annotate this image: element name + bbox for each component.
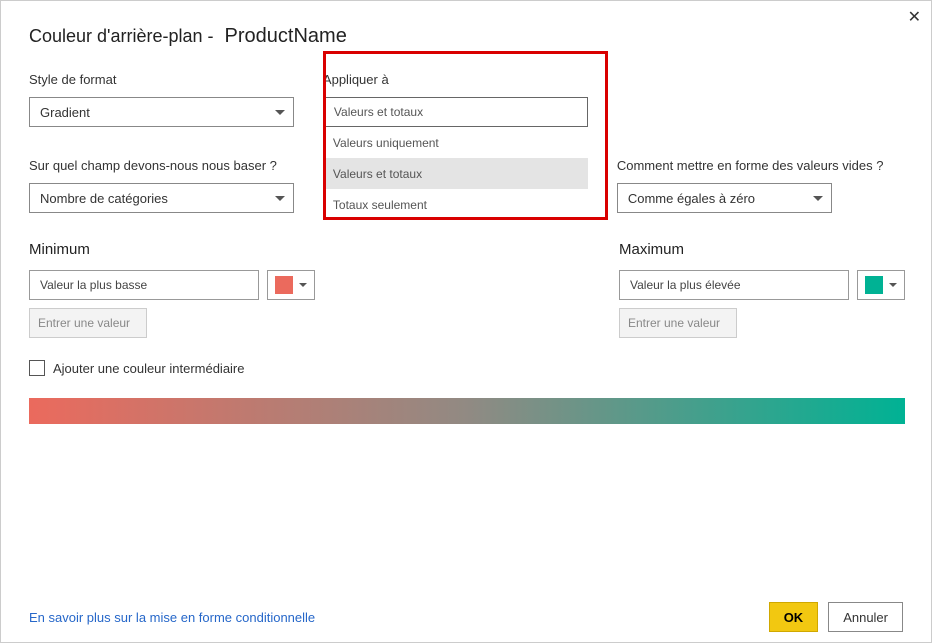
maximum-select[interactable]: Valeur la plus élevée (619, 270, 849, 300)
gradient-preview (29, 398, 905, 424)
minimum-color-picker[interactable] (267, 270, 315, 300)
apply-to-value: Valeurs et totaux (334, 105, 423, 119)
base-field-value: Nombre de catégories (40, 191, 168, 206)
chevron-down-icon (889, 283, 897, 287)
ok-button[interactable]: OK (769, 602, 819, 632)
base-field-label: Sur quel champ devons-nous nous baser ? (29, 158, 323, 173)
dialog-title: Couleur d'arrière-plan - ProductName (29, 25, 903, 48)
minimum-label: Minimum (29, 241, 315, 258)
maximum-label: Maximum (619, 241, 905, 258)
empty-values-label: Comment mettre en forme des valeurs vide… (617, 158, 903, 173)
apply-to-label: Appliquer à (323, 72, 617, 87)
format-style-select[interactable]: Gradient (29, 97, 294, 127)
chevron-down-icon (275, 110, 285, 115)
minimum-placeholder: Entrer une valeur (38, 316, 130, 330)
empty-values-select[interactable]: Comme égales à zéro (617, 183, 832, 213)
empty-values-value: Comme égales à zéro (628, 191, 755, 206)
base-field-select[interactable]: Nombre de catégories (29, 183, 294, 213)
chevron-down-icon (813, 196, 823, 201)
maximum-value-input[interactable]: Entrer une valeur (619, 308, 737, 338)
minimum-value-input[interactable]: Entrer une valeur (29, 308, 147, 338)
maximum-color-picker[interactable] (857, 270, 905, 300)
apply-to-option-values-only[interactable]: Valeurs uniquement (323, 127, 588, 158)
close-icon[interactable]: ✕ (908, 7, 921, 27)
intermediate-color-checkbox[interactable] (29, 360, 45, 376)
minimum-value-text: Valeur la plus basse (40, 278, 147, 292)
learn-more-link[interactable]: En savoir plus sur la mise en forme cond… (29, 610, 315, 625)
maximum-value-text: Valeur la plus élevée (630, 278, 741, 292)
minimum-color-swatch (275, 276, 293, 294)
cancel-button[interactable]: Annuler (828, 602, 903, 632)
chevron-down-icon (299, 283, 307, 287)
title-prefix: Couleur d'arrière-plan - (29, 26, 214, 46)
title-product: ProductName (225, 25, 347, 47)
minimum-select[interactable]: Valeur la plus basse (29, 270, 259, 300)
maximum-color-swatch (865, 276, 883, 294)
format-style-label: Style de format (29, 72, 323, 87)
intermediate-color-label: Ajouter une couleur intermédiaire (53, 361, 245, 376)
apply-to-select[interactable]: Valeurs et totaux (323, 97, 588, 127)
maximum-placeholder: Entrer une valeur (628, 316, 720, 330)
chevron-down-icon (275, 196, 285, 201)
format-style-value: Gradient (40, 105, 90, 120)
